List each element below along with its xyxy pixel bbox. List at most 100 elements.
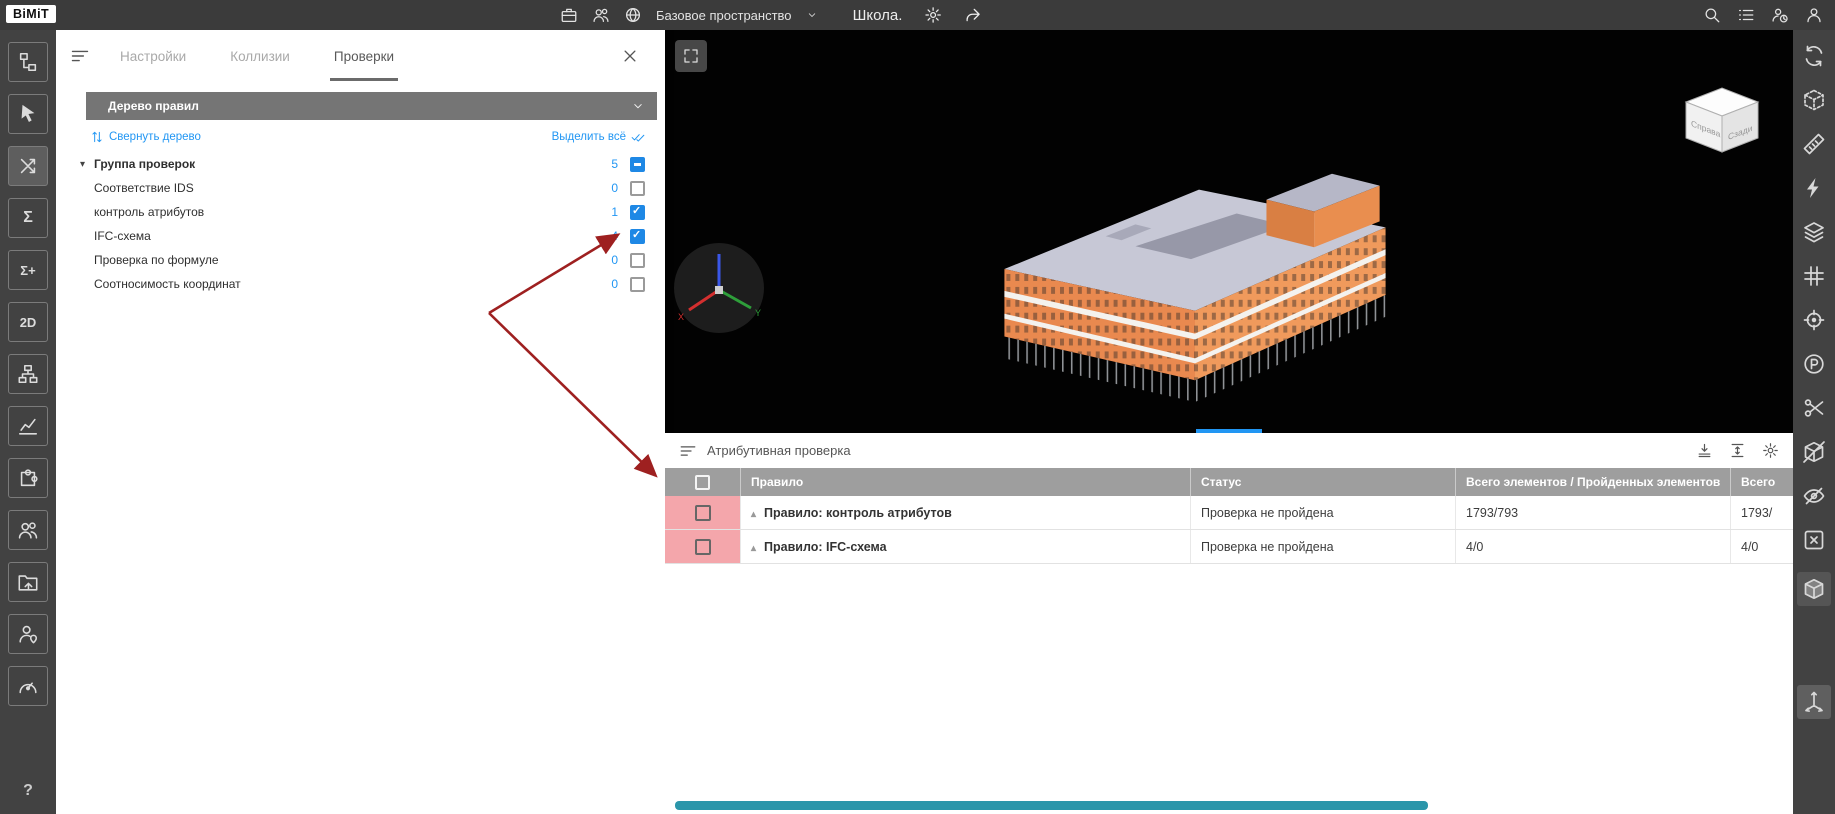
hide-eye-icon[interactable] (1802, 484, 1826, 508)
rules-tree-header[interactable]: Дерево правил (86, 92, 657, 120)
checkbox[interactable] (630, 253, 645, 268)
checkbox[interactable] (630, 205, 645, 220)
solid-view-button[interactable] (1797, 572, 1831, 606)
plan-p-icon[interactable] (1802, 352, 1826, 376)
help-button[interactable]: ? (23, 782, 33, 800)
move-axes-button[interactable] (1797, 685, 1831, 719)
globe-icon[interactable] (624, 6, 642, 24)
workspace-select[interactable]: Базовое пространство (656, 8, 792, 23)
clear-selection-icon[interactable] (1802, 528, 1826, 552)
project-title-group: Школа. (853, 0, 983, 30)
select-all-link[interactable]: Выделить всё (552, 130, 645, 144)
hide-box-icon[interactable] (1802, 440, 1826, 464)
select-all-label: Выделить всё (552, 131, 626, 143)
checkbox[interactable] (630, 277, 645, 292)
user-history-icon[interactable] (1771, 6, 1789, 24)
checkbox[interactable] (630, 181, 645, 196)
zoom-fit-button[interactable] (675, 40, 707, 72)
graphs-button[interactable] (8, 406, 48, 446)
row-checkbox[interactable] (695, 539, 711, 555)
toolbox-icon[interactable] (560, 6, 578, 24)
dashboard-button[interactable] (8, 666, 48, 706)
checkbox[interactable] (630, 157, 645, 172)
focus-corners-icon (682, 47, 700, 65)
tree-item-ifc-schema[interactable]: IFC-схема 4 (74, 224, 657, 248)
users-icon (17, 519, 39, 541)
sum-button[interactable]: Σ (8, 198, 48, 238)
chevron-down-icon[interactable] (806, 9, 818, 21)
clash-bolt-icon[interactable] (1802, 176, 1826, 200)
collapse-triangle-icon[interactable] (751, 540, 756, 554)
results-title: Атрибутивная проверка (707, 443, 851, 458)
close-icon[interactable] (621, 47, 639, 65)
panel-menu-icon[interactable] (70, 46, 90, 66)
tab-checks[interactable]: Проверки (334, 49, 394, 64)
plugins-button[interactable] (8, 458, 48, 498)
table-header-row: Правило Статус Всего элементов / Пройден… (665, 468, 1793, 496)
list-icon[interactable] (1737, 6, 1755, 24)
right-toolbar (1793, 30, 1835, 814)
clash-icon (17, 155, 39, 177)
tab-collisions[interactable]: Коллизии (230, 49, 290, 64)
2d-mode-button[interactable]: 2D (8, 302, 48, 342)
export-button[interactable] (8, 562, 48, 602)
table-row[interactable]: Правило: контроль атрибутов Проверка не … (665, 496, 1793, 530)
tree-item-label: контроль атрибутов (94, 205, 204, 219)
collapse-tree-link[interactable]: Свернуть дерево (90, 130, 201, 144)
collaboration-button[interactable] (8, 510, 48, 550)
user-pin-icon (17, 623, 39, 645)
table-row[interactable]: Правило: IFC-схема Проверка не пройдена … (665, 530, 1793, 564)
search-icon[interactable] (1703, 6, 1721, 24)
locate-target-icon[interactable] (1802, 308, 1826, 332)
rule-label: Правило: IFC-схема (764, 540, 887, 554)
column-header-total[interactable]: Всего (1730, 468, 1793, 496)
settings-gear-icon[interactable] (924, 6, 942, 24)
share-icon[interactable] (964, 6, 982, 24)
tree-item-formula[interactable]: Проверка по формуле 0 (74, 248, 657, 272)
elements-cell: 1793/793 (1455, 496, 1730, 529)
checks-button[interactable] (8, 146, 48, 186)
select-button[interactable] (8, 94, 48, 134)
tree-item-ids[interactable]: Соответствие IDS 0 (74, 176, 657, 200)
tree-icon (17, 51, 39, 73)
tree-item-group[interactable]: Группа проверок 5 (74, 152, 657, 176)
tree-item-coordinates[interactable]: Соотносимость координат 0 (74, 272, 657, 296)
column-header-rule[interactable]: Правило (740, 468, 1190, 496)
column-header-elements[interactable]: Всего элементов / Пройденных элементов (1455, 468, 1730, 496)
team-icon[interactable] (592, 6, 610, 24)
model-tree-button[interactable] (8, 42, 48, 82)
collapse-triangle-icon[interactable] (751, 506, 756, 520)
row-height-icon[interactable] (1729, 442, 1746, 459)
row-checkbox[interactable] (695, 505, 711, 521)
sync-icon[interactable] (1802, 44, 1826, 68)
results-menu-icon[interactable] (679, 442, 697, 460)
tab-settings[interactable]: Настройки (120, 49, 186, 64)
table-settings-gear-icon[interactable] (1762, 442, 1779, 459)
section-box-icon[interactable] (1802, 88, 1826, 112)
structure-button[interactable] (8, 354, 48, 394)
cursor-icon (17, 103, 39, 125)
axis-x-label: X (678, 312, 684, 322)
expander-icon[interactable] (80, 159, 94, 170)
tree-item-count: 0 (608, 181, 618, 195)
axis-gizmo[interactable]: X Y (671, 240, 767, 336)
tree-item-label: Соотносимость координат (94, 277, 241, 291)
dock-bottom-icon[interactable] (1696, 442, 1713, 459)
column-header-status[interactable]: Статус (1190, 468, 1455, 496)
select-all-checkbox[interactable] (695, 475, 710, 490)
user-location-button[interactable] (8, 614, 48, 654)
puzzle-icon (17, 467, 39, 489)
storeys-layers-icon[interactable] (1802, 220, 1826, 244)
checkbox[interactable] (630, 229, 645, 244)
tree-item-attributes[interactable]: контроль атрибутов 1 (74, 200, 657, 224)
grid-icon[interactable] (1802, 264, 1826, 288)
row-select-cell (665, 530, 740, 563)
account-icon[interactable] (1805, 6, 1823, 24)
measure-ruler-icon[interactable] (1802, 132, 1826, 156)
clip-plane-icon[interactable] (1802, 396, 1826, 420)
view-cube[interactable]: Справа Сзади (1672, 78, 1772, 158)
sum-plus-button[interactable]: Σ+ (8, 250, 48, 290)
horizontal-scrollbar[interactable] (675, 801, 1428, 810)
rule-cell: Правило: IFC-схема (740, 530, 1190, 563)
tree-item-count: 4 (608, 229, 618, 243)
